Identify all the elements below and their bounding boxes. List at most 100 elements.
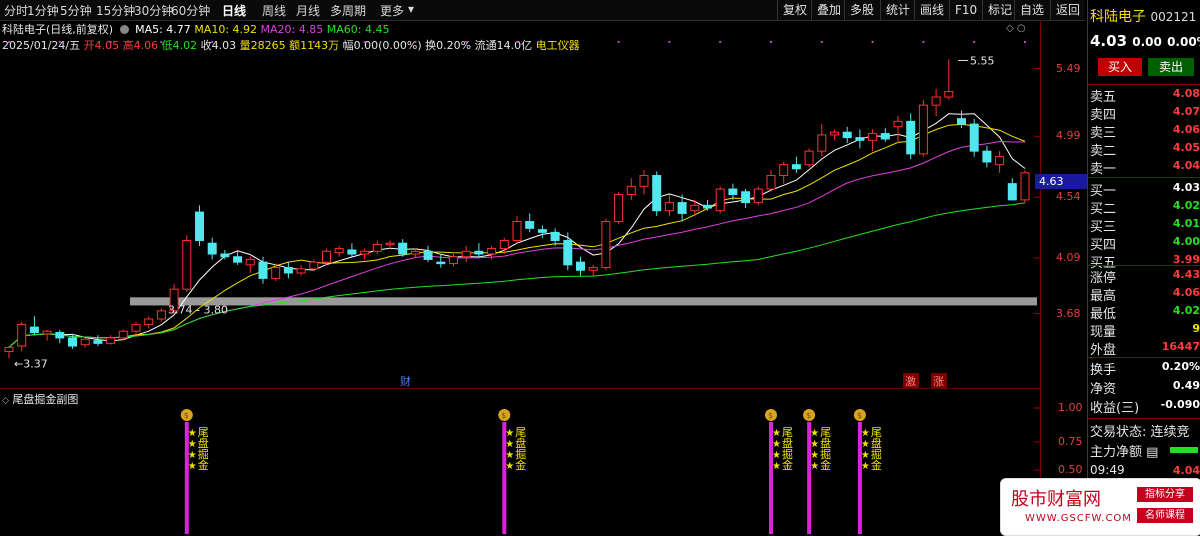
price-axis-divider: [1040, 20, 1041, 534]
settings-icon[interactable]: [119, 25, 129, 34]
candle-65: [830, 129, 839, 141]
signal-subchart[interactable]: $★ 尾★ 盘★ 掘★ 金$★ 尾★ 盘★ 掘★ 金$★ 尾★ 盘★ 掘★ 金$★ 尾★ 盘★ 掘★ 金$★ 尾★…: [0, 390, 1040, 534]
candle-14: [182, 235, 192, 292]
top-marker: [820, 41, 823, 43]
candlestick-chart[interactable]: 5.55 ←3.37 3.74 - 3.80 财 激 涨: [0, 39, 1040, 389]
candle-7: [93, 335, 103, 347]
tool-button-8[interactable]: 返回: [1050, 0, 1085, 20]
period-tab-9[interactable]: 多周期: [330, 2, 366, 19]
period-tab-1[interactable]: 1分钟: [27, 2, 59, 19]
candle-21: [271, 263, 281, 282]
candle-42: [537, 225, 547, 238]
candle-40: [512, 216, 522, 244]
tail-signal-4: $★ 尾★ 盘★ 掘★ 金: [853, 409, 882, 534]
tool-button-5[interactable]: F10: [949, 0, 982, 20]
candle-58: [741, 189, 751, 208]
top-marker: [770, 41, 772, 43]
tool-button-2[interactable]: 多股: [844, 0, 879, 20]
star-icon: ★: [505, 450, 514, 461]
top-marker: [668, 41, 671, 43]
tool-button-7[interactable]: 自选: [1014, 0, 1049, 20]
current-price-tag: 4.63: [1035, 174, 1091, 189]
candle-31: [398, 239, 408, 257]
signal-char: 金: [782, 458, 793, 472]
top-marker: [160, 41, 163, 43]
candle-18: [233, 251, 243, 265]
tool-button-6[interactable]: 标记: [982, 0, 1017, 20]
svg-text:$: $: [806, 411, 811, 420]
stats-row-1: 最高 4.06: [1090, 286, 1200, 304]
main-net-row: 主力净额 ▤: [1088, 441, 1200, 460]
quote-stock-name: 科陆电子 002121: [1090, 9, 1197, 25]
panel-separator: [1088, 84, 1200, 85]
period-tab-10[interactable]: 更多: [380, 2, 404, 19]
star-icon: ★: [772, 450, 781, 461]
star-icon: ★: [861, 439, 870, 450]
orderbook-row-1: 卖四 4.07: [1090, 105, 1200, 123]
tool-button-4[interactable]: 画线: [914, 0, 949, 20]
candle-0: [4, 346, 14, 359]
candle-29: [372, 240, 382, 255]
top-marker: [465, 41, 468, 43]
period-tab-7[interactable]: 周线: [262, 2, 286, 19]
period-tab-6[interactable]: 日线: [222, 2, 246, 19]
top-marker: [211, 41, 214, 43]
period-tab-5[interactable]: 60分钟: [171, 2, 210, 19]
tool-button-0[interactable]: 复权: [777, 0, 812, 20]
star-icon: ★: [505, 428, 514, 439]
candle-52: [664, 194, 674, 217]
period-tab-3[interactable]: 15分钟: [96, 2, 135, 19]
price-tick-0: 5.49: [1056, 61, 1081, 75]
star-icon: ★: [810, 450, 819, 461]
sub-chart-divider: [0, 388, 1040, 389]
candle-8: [106, 335, 116, 345]
main-net-bar: [1170, 447, 1198, 453]
candle-75: [957, 110, 966, 129]
candle-32: [410, 248, 420, 259]
candle-10: [131, 321, 141, 336]
star-icon: ★: [772, 439, 781, 450]
stats2-row-1: 净资 0.49: [1090, 379, 1200, 397]
candle-35: [449, 254, 458, 267]
sub-axis-tick-1: 0.75: [1058, 435, 1083, 448]
candle-80: [1020, 170, 1030, 203]
candle-44: [563, 232, 573, 271]
svg-text:$: $: [501, 411, 506, 420]
candle-33: [423, 245, 433, 263]
tool-button-1[interactable]: 叠加: [811, 0, 846, 20]
sub-axis-tick-2: 0.50: [1058, 463, 1083, 476]
watermark-tag-2: 名师课程: [1137, 508, 1193, 523]
candle-37: [474, 243, 484, 257]
stock-title: 科陆电子(日线,前复权): [2, 23, 114, 36]
stats-row-3: 现量 9: [1090, 322, 1200, 340]
orderbook-row-4: 卖一 4.04: [1090, 159, 1200, 177]
top-marker: [1024, 41, 1026, 43]
panel-separator: [1088, 357, 1200, 358]
trade-status-row: 交易状态: 连续竞: [1090, 425, 1190, 440]
more-dropdown-icon[interactable]: ▾: [408, 2, 414, 16]
candle-15: [195, 205, 204, 246]
buy-button[interactable]: 买入: [1098, 58, 1142, 76]
candle-67: [855, 129, 865, 149]
stats-row-0: 涨停 4.43: [1090, 268, 1200, 286]
watermark-url: WWW.GSCFW.COM: [1025, 513, 1132, 524]
candle-68: [868, 129, 878, 152]
sell-button[interactable]: 卖出: [1148, 58, 1194, 76]
tool-button-3[interactable]: 统计: [880, 0, 915, 20]
orderbook-row-5: 买一 4.03: [1090, 181, 1200, 199]
period-tab-2[interactable]: 5分钟: [60, 2, 92, 19]
top-marker: [8, 41, 10, 43]
top-marker: [414, 41, 417, 43]
ma-label-0: MA5: 4.77: [135, 23, 195, 36]
star-icon: ★: [772, 428, 781, 439]
candle-4: [55, 329, 65, 344]
signal-char: 金: [871, 458, 882, 472]
sub-axis-tick-0: 1.00: [1058, 401, 1083, 414]
star-icon: ★: [188, 461, 197, 472]
period-tab-4[interactable]: 30分钟: [134, 2, 173, 19]
period-tab-8[interactable]: 月线: [296, 2, 320, 19]
period-tab-0[interactable]: 分时: [4, 2, 28, 19]
orderbook-row-2: 卖三 4.06: [1090, 123, 1200, 141]
chart-controls[interactable]: ◇ ○: [1006, 23, 1026, 34]
stats-row-4: 外盘 16447: [1090, 340, 1200, 358]
